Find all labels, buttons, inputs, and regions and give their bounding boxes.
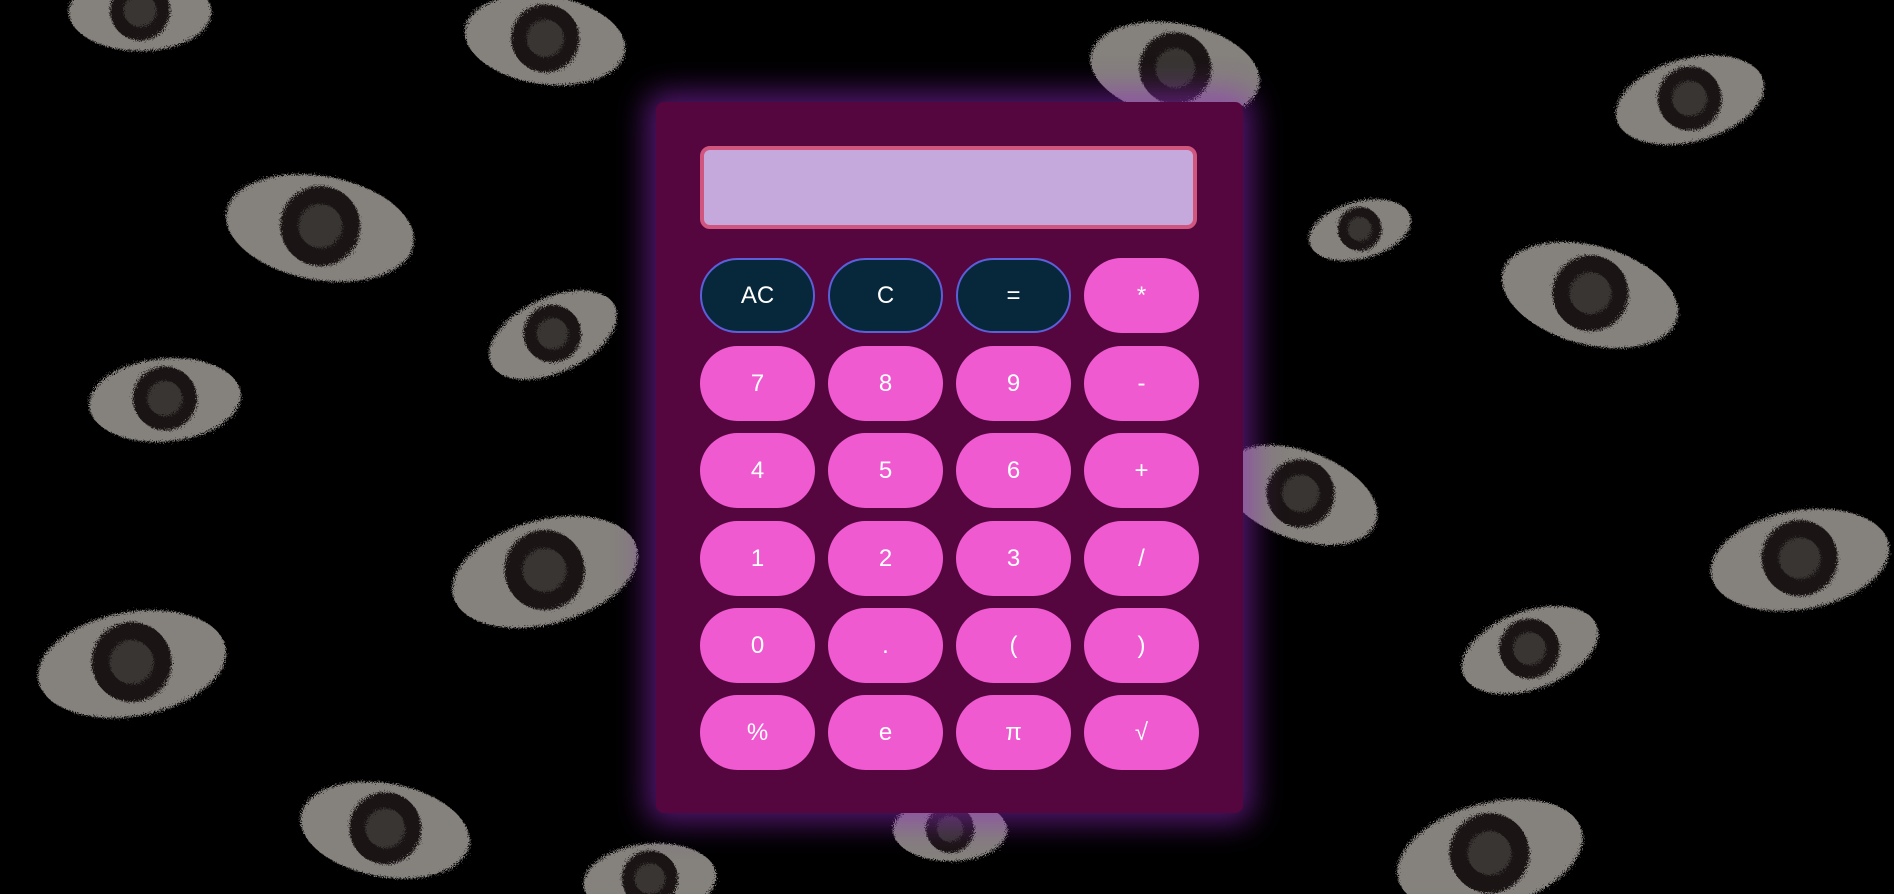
digit-1-button[interactable]: 1 bbox=[700, 521, 815, 596]
euler-e-button[interactable]: e bbox=[828, 695, 943, 770]
digit-9-button[interactable]: 9 bbox=[956, 346, 1071, 421]
decimal-point-button[interactable]: . bbox=[828, 608, 943, 683]
digit-6-button[interactable]: 6 bbox=[956, 433, 1071, 508]
digit-8-button[interactable]: 8 bbox=[828, 346, 943, 421]
digit-4-button[interactable]: 4 bbox=[700, 433, 815, 508]
calculator-display[interactable] bbox=[700, 146, 1197, 229]
clear-button[interactable]: C bbox=[828, 258, 943, 333]
minus-button[interactable]: - bbox=[1084, 346, 1199, 421]
digit-5-button[interactable]: 5 bbox=[828, 433, 943, 508]
equals-button[interactable]: = bbox=[956, 258, 1071, 333]
close-paren-button[interactable]: ) bbox=[1084, 608, 1199, 683]
digit-2-button[interactable]: 2 bbox=[828, 521, 943, 596]
plus-button[interactable]: + bbox=[1084, 433, 1199, 508]
square-root-button[interactable]: √ bbox=[1084, 695, 1199, 770]
calculator: AC C = * 7 8 9 - 4 5 6 + 1 2 3 / 0 . ( )… bbox=[656, 102, 1243, 813]
pi-button[interactable]: π bbox=[956, 695, 1071, 770]
percent-button[interactable]: % bbox=[700, 695, 815, 770]
digit-7-button[interactable]: 7 bbox=[700, 346, 815, 421]
all-clear-button[interactable]: AC bbox=[700, 258, 815, 333]
digit-3-button[interactable]: 3 bbox=[956, 521, 1071, 596]
multiply-button[interactable]: * bbox=[1084, 258, 1199, 333]
divide-button[interactable]: / bbox=[1084, 521, 1199, 596]
open-paren-button[interactable]: ( bbox=[956, 608, 1071, 683]
digit-0-button[interactable]: 0 bbox=[700, 608, 815, 683]
